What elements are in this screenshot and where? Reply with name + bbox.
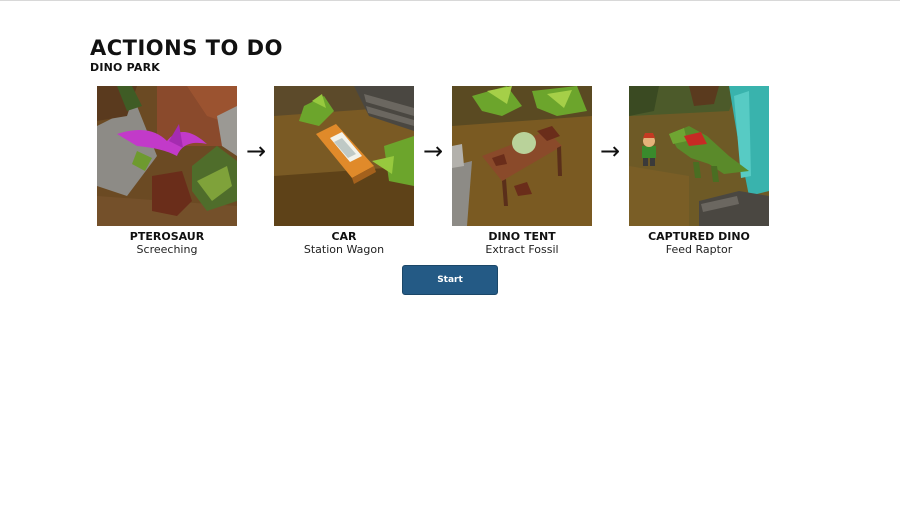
start-button[interactable]: Start bbox=[402, 265, 498, 295]
car-image bbox=[274, 86, 414, 226]
step-name: CAR bbox=[331, 230, 357, 243]
step-card-car: CAR Station Wagon bbox=[274, 86, 414, 257]
step-card-pterosaur: PTEROSAUR Screeching bbox=[97, 86, 237, 257]
arrow-icon: → bbox=[422, 137, 444, 165]
page-title: ACTIONS TO DO bbox=[90, 36, 283, 60]
captured-dino-image bbox=[629, 86, 769, 226]
pterosaur-image bbox=[97, 86, 237, 226]
step-name: CAPTURED DINO bbox=[648, 230, 750, 243]
arrow-icon: → bbox=[245, 137, 267, 165]
step-action: Station Wagon bbox=[303, 243, 385, 256]
step-action: Extract Fossil bbox=[485, 243, 559, 256]
page-subtitle: DINO PARK bbox=[90, 61, 160, 74]
step-name: PTEROSAUR bbox=[129, 230, 205, 243]
dino-tent-image bbox=[452, 86, 592, 226]
step-name: DINO TENT bbox=[488, 230, 556, 243]
arrow-icon: → bbox=[599, 137, 621, 165]
step-action: Screeching bbox=[136, 243, 198, 256]
step-action: Feed Raptor bbox=[665, 243, 733, 256]
top-divider bbox=[0, 0, 900, 1]
step-card-captured-dino: CAPTURED DINO Feed Raptor bbox=[629, 86, 769, 257]
step-card-dino-tent: DINO TENT Extract Fossil bbox=[452, 86, 592, 257]
